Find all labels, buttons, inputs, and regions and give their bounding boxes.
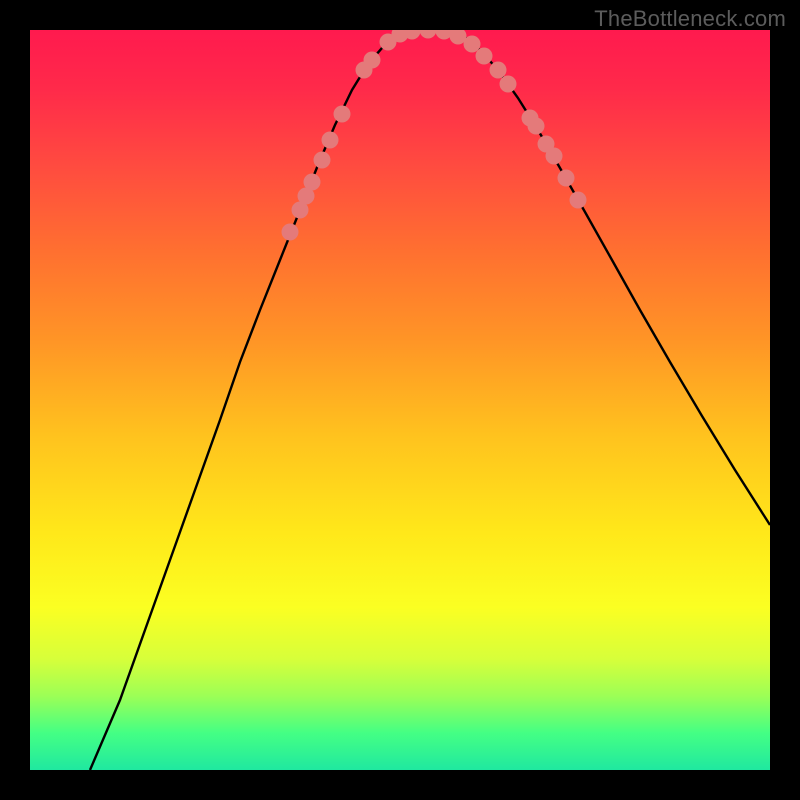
curve-marker <box>490 62 507 79</box>
chart-frame: TheBottleneck.com <box>0 0 800 800</box>
curve-marker <box>500 76 517 93</box>
attribution-watermark: TheBottleneck.com <box>594 6 786 32</box>
curve-marker <box>322 132 339 149</box>
curve-marker <box>334 106 351 123</box>
curve-marker <box>364 52 381 69</box>
curve-marker <box>558 170 575 187</box>
plot-area <box>30 30 770 770</box>
curve-marker <box>476 48 493 65</box>
curve-marker <box>528 118 545 135</box>
curve-marker <box>304 174 321 191</box>
curve-marker <box>570 192 587 209</box>
curve-marker <box>464 36 481 53</box>
curve-marker <box>282 224 299 241</box>
curve-line <box>90 30 770 770</box>
curve-marker <box>314 152 331 169</box>
curve-marker <box>420 30 437 39</box>
curve-marker <box>546 148 563 165</box>
bottleneck-curve <box>30 30 770 770</box>
